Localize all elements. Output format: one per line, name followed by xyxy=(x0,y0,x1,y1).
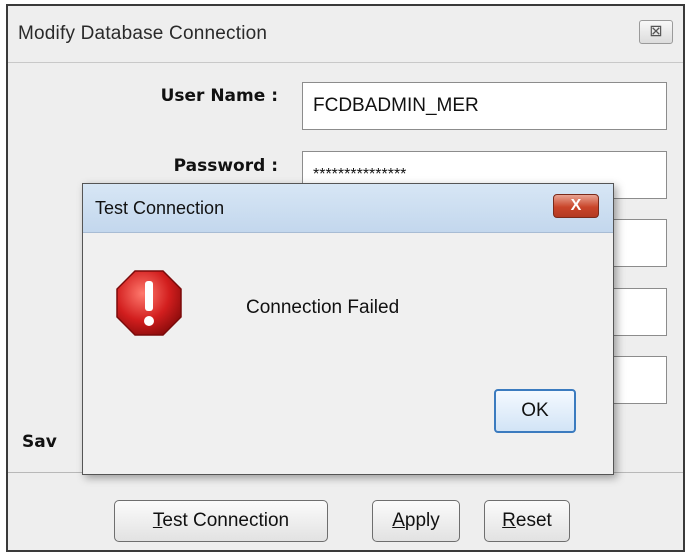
window-close-button[interactable]: ⊠ xyxy=(639,20,673,44)
window-title-bar: Modify Database Connection ⊠ xyxy=(8,6,683,63)
user-name-label: User Name : xyxy=(160,86,278,106)
apply-mnemonic: A xyxy=(392,510,405,531)
dialog-close-button[interactable]: X xyxy=(553,194,599,218)
dialog-title: Test Connection xyxy=(95,198,225,218)
dialog-body: Connection Failed OK xyxy=(83,233,613,474)
dialog-message: Connection Failed xyxy=(246,297,400,318)
reset-label: eset xyxy=(515,510,552,531)
reset-button[interactable]: Reset xyxy=(484,500,570,542)
user-name-field[interactable]: FCDBADMIN_MER xyxy=(302,82,667,130)
apply-button[interactable]: Apply xyxy=(372,500,460,542)
test-connection-button[interactable]: Test Connection xyxy=(114,500,328,542)
test-connection-mnemonic: T xyxy=(152,510,163,531)
ok-button[interactable]: OK xyxy=(494,389,576,433)
error-stop-icon xyxy=(116,270,182,336)
save-label: Sav xyxy=(22,432,57,452)
reset-mnemonic: R xyxy=(502,510,516,531)
test-connection-label: est Connection xyxy=(162,510,290,531)
window-title: Modify Database Connection xyxy=(18,23,268,44)
password-label: Password : xyxy=(173,156,278,176)
apply-label: pply xyxy=(404,510,440,531)
test-connection-dialog: Test Connection X Connection Failed OK xyxy=(82,183,614,475)
dialog-title-bar: Test Connection X xyxy=(83,184,613,233)
